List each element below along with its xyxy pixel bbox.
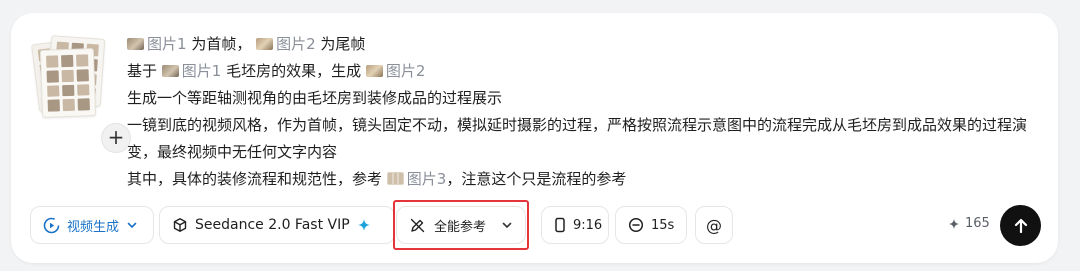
image-reference-3[interactable]: 图片3 [386, 170, 446, 188]
image-reference-1[interactable]: 图片1 [161, 62, 221, 80]
attached-image-thumbnail [39, 48, 97, 118]
prompt-segment: 为首帧， [186, 35, 252, 53]
prompt-segment: ，注意这个只是流程的参考 [446, 170, 627, 188]
model-label: Seedance 2.0 Fast VIP [195, 217, 350, 233]
credits-count: 165 [965, 216, 990, 231]
arrow-up-icon [1014, 218, 1027, 233]
clock-icon [628, 217, 644, 233]
duration-button[interactable]: 15s [615, 206, 687, 244]
phone-portrait-icon [555, 217, 565, 233]
mention-button[interactable]: @ [695, 206, 733, 244]
image-reference-2[interactable]: 图片2 [256, 35, 316, 53]
pencil-slash-icon [410, 218, 425, 232]
prompt-card: + 图片1 为首帧， 图片2 为尾帧 基于 图片1 毛坯房的效果，生成 图片2 … [11, 13, 1058, 263]
at-icon: @ [706, 215, 722, 235]
sparkle-icon [357, 219, 370, 231]
reference-mode-label: 全能参考 [434, 219, 487, 235]
prompt-line: 基于 图片1 毛坯房的效果，生成 图片2 [127, 58, 1037, 85]
model-selector[interactable]: Seedance 2.0 Fast VIP [159, 206, 395, 244]
mode-dropdown[interactable]: 视频生成 [30, 206, 154, 244]
chevron-down-icon [502, 222, 512, 229]
prompt-segment: 毛坯房的效果，生成 [221, 62, 366, 80]
sparkle-icon [948, 218, 960, 229]
image-thumbnail-icon [161, 65, 179, 77]
send-button[interactable] [1000, 205, 1041, 246]
prompt-line: 其中，具体的装修流程和规范性，参考 图片3，注意这个只是流程的参考 [127, 166, 1037, 193]
chevron-down-icon [127, 222, 137, 229]
reference-mode-content: 全能参考 [409, 216, 486, 235]
prompt-segment: 为尾帧 [315, 35, 366, 53]
prompt-line: 图片1 为首帧， 图片2 为尾帧 [127, 31, 1037, 58]
aspect-ratio-button[interactable]: 9:16 [541, 206, 609, 244]
aspect-ratio-label: 9:16 [573, 217, 603, 233]
attached-images[interactable]: + [31, 35, 131, 153]
image-thumbnail-icon [127, 38, 144, 50]
image-thumbnail-icon [365, 65, 383, 77]
image-thumbnail-icon [386, 172, 404, 185]
duration-label: 15s [651, 217, 675, 233]
prompt-line: 生成一个等距轴测视角的由毛坯房到装修成品的过程展示 [127, 89, 503, 107]
prompt-text[interactable]: 图片1 为首帧， 图片2 为尾帧 基于 图片1 毛坯房的效果，生成 图片2 生成… [127, 31, 1037, 193]
mode-label: 视频生成 [67, 219, 120, 235]
cube-icon [173, 218, 187, 232]
reference-mode-dropdown[interactable]: 全能参考 [396, 206, 526, 244]
image-reference-1[interactable]: 图片1 [127, 35, 187, 53]
credits-indicator: 165 [948, 216, 990, 231]
prompt-segment: 其中，具体的装修流程和规范性，参考 [127, 170, 387, 188]
video-play-icon [43, 217, 60, 233]
image-thumbnail-icon [256, 38, 274, 50]
plus-icon: + [107, 125, 125, 149]
prompt-line: 一镜到底的视频风格，作为首帧，镜头固定不动，模拟延时摄影的过程，严格按照流程示意… [127, 116, 1028, 161]
image-reference-2[interactable]: 图片2 [365, 62, 425, 80]
prompt-segment: 基于 [127, 62, 162, 80]
